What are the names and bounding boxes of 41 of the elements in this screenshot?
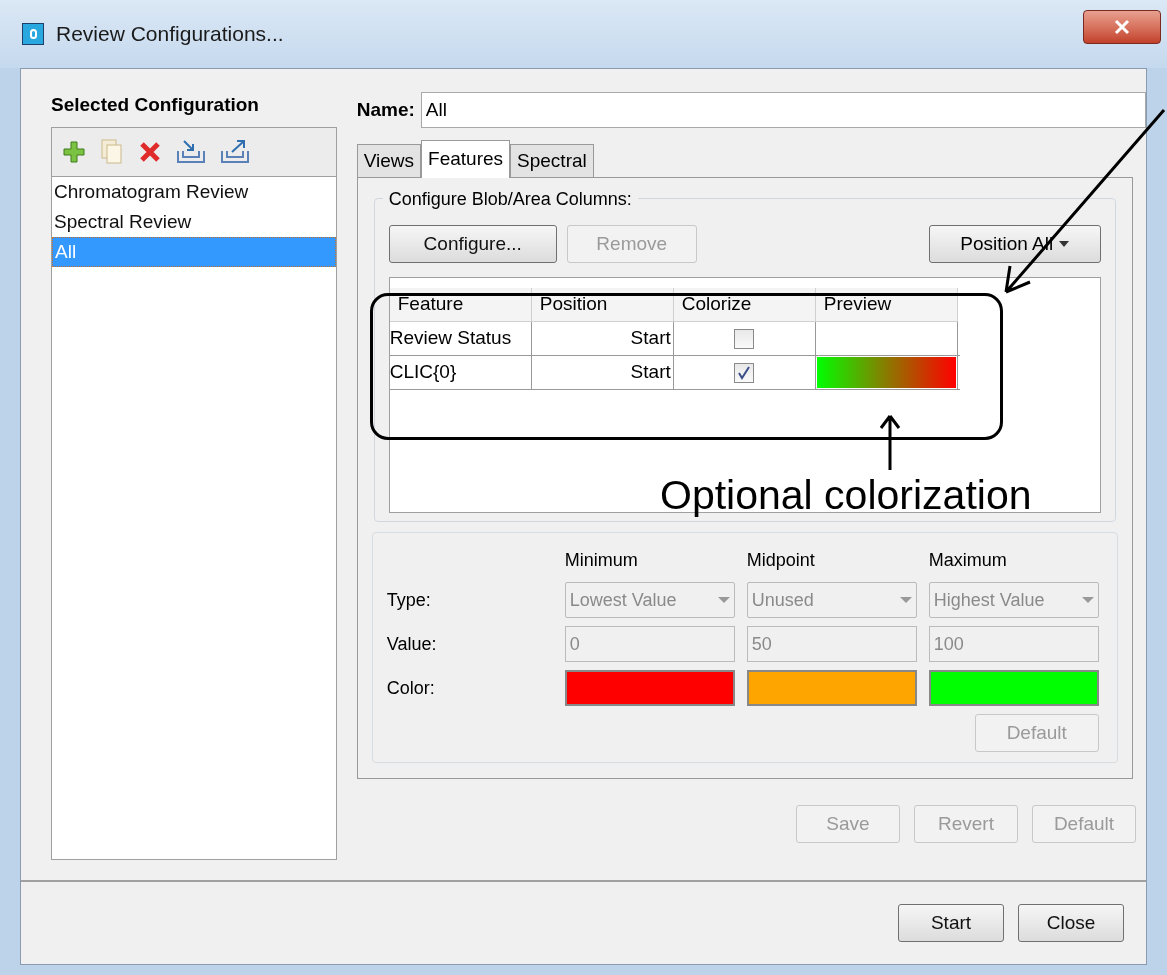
add-icon[interactable] — [62, 140, 86, 164]
column-heading: Maximum — [928, 549, 1008, 572]
row-label: Type: — [386, 588, 432, 612]
tab[interactable]: Spectral — [510, 144, 594, 177]
colorize-checkbox[interactable] — [734, 328, 755, 349]
list-item[interactable]: Chromatogram Review — [52, 177, 336, 207]
caret-icon — [717, 597, 730, 603]
import-icon[interactable] — [176, 139, 206, 165]
annotation-label: Optional colorization — [660, 471, 1032, 520]
name-label: Name: — [356, 97, 415, 122]
caret-icon — [1081, 597, 1094, 603]
column-header[interactable]: Colorize — [673, 288, 816, 322]
export-icon[interactable] — [220, 139, 250, 165]
column-header[interactable]: Position — [531, 288, 674, 322]
table-cell: Review Status — [389, 322, 532, 355]
tab[interactable]: Views — [356, 144, 422, 177]
column-header[interactable]: Feature — [389, 288, 532, 322]
window-title: Review Configurations... — [56, 21, 284, 48]
close-button[interactable] — [1083, 10, 1161, 44]
close-icon — [1114, 19, 1130, 35]
colorize-checkbox[interactable] — [734, 362, 755, 383]
row-label: Value: — [386, 632, 438, 656]
pointer-arrow — [878, 412, 902, 472]
caret-icon — [899, 597, 912, 603]
toolbar-button[interactable]: Configure... — [388, 225, 557, 263]
column-header[interactable]: Preview — [815, 288, 958, 322]
row-label: Color: — [386, 676, 436, 700]
dialog-button[interactable]: Start — [898, 904, 1004, 942]
dialog-button[interactable]: Close — [1018, 904, 1124, 942]
table-cell: Start — [531, 322, 674, 355]
table-cell: Start — [531, 356, 674, 389]
table-cell: CLIC{0} — [389, 356, 532, 389]
column-heading: Minimum — [564, 549, 639, 572]
name-field[interactable]: All — [420, 92, 1146, 128]
sidebar-heading: Selected Configuration — [51, 93, 260, 117]
caret-icon — [1059, 241, 1070, 247]
list-item[interactable]: Spectral Review — [52, 207, 336, 237]
tab[interactable]: Features — [421, 140, 511, 178]
column-heading: Midpoint — [746, 549, 816, 572]
app-icon — [22, 23, 44, 45]
delete-icon[interactable] — [138, 140, 162, 164]
